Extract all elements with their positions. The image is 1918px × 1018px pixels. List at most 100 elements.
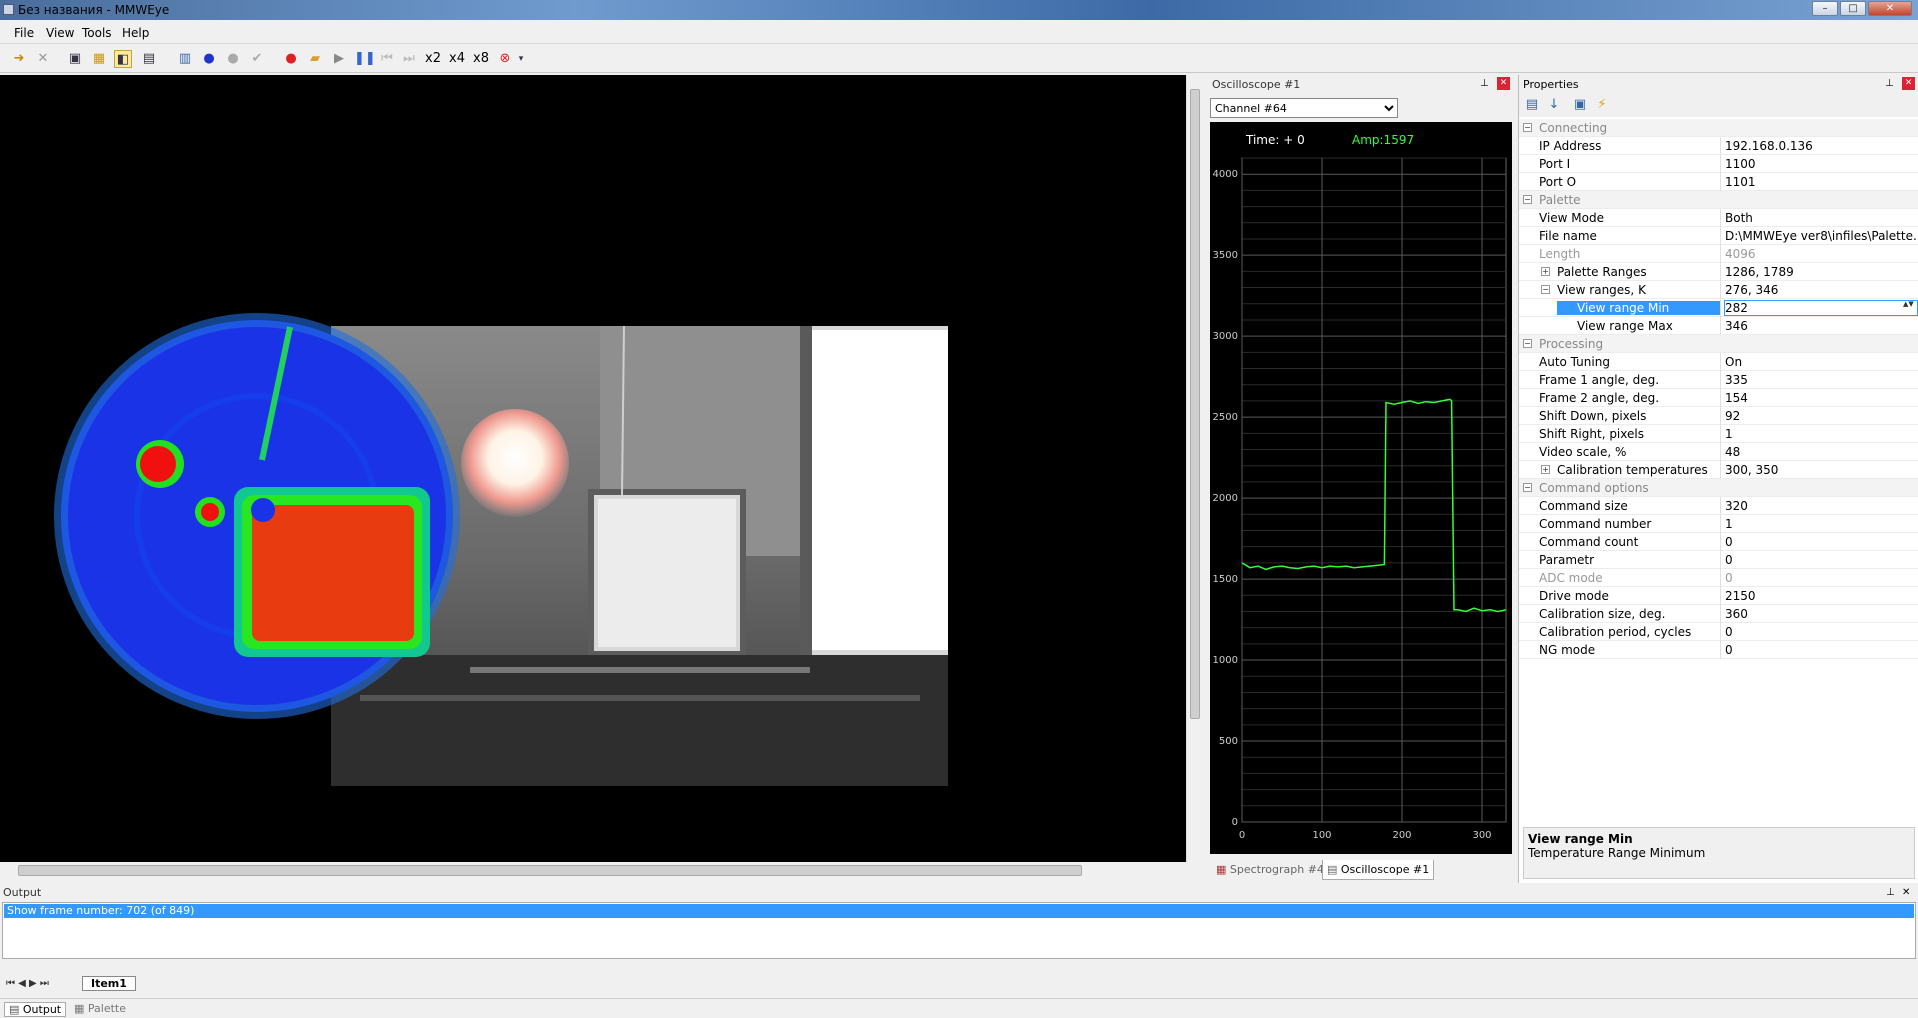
- chevron-down-icon[interactable]: ▾: [516, 50, 526, 68]
- property-value[interactable]: 192.168.0.136: [1725, 139, 1917, 153]
- category-processing[interactable]: − Processing: [1519, 335, 1918, 353]
- play-icon[interactable]: ▶: [330, 50, 348, 68]
- menu-help[interactable]: Help: [122, 26, 149, 40]
- spin-icon[interactable]: ▲▼: [1903, 300, 1914, 308]
- sheet-tab-item1[interactable]: Item1: [82, 976, 136, 991]
- channel-select[interactable]: Channel #64: [1210, 98, 1398, 118]
- last-frame-icon[interactable]: ⏭: [400, 50, 418, 68]
- zoom-x2-button[interactable]: x2: [422, 50, 444, 68]
- property-value[interactable]: Both: [1725, 211, 1917, 225]
- property-calibration-size-deg[interactable]: Calibration size, deg. 360: [1519, 605, 1918, 623]
- property-frame-1-angle-deg[interactable]: Frame 1 angle, deg. 335: [1519, 371, 1918, 389]
- maximize-button[interactable]: □: [1840, 1, 1866, 16]
- help-icon[interactable]: ●: [200, 50, 218, 68]
- property-port-o[interactable]: Port O 1101: [1519, 173, 1918, 191]
- output-close-icon[interactable]: ✕: [1902, 887, 1910, 898]
- property-file-name[interactable]: File name D:\MMWEye ver8\infiles\Palette.…: [1519, 227, 1918, 245]
- output-log[interactable]: Show frame number: 702 (of 849): [2, 902, 1916, 959]
- close-button[interactable]: ✕: [1868, 1, 1912, 16]
- first-frame-icon[interactable]: ⏮: [378, 50, 396, 68]
- tab-spectrograph[interactable]: ▦ Spectrograph #4: [1212, 860, 1328, 880]
- property-view-range-max[interactable]: View range Max 346: [1519, 317, 1918, 335]
- property-calibration-temperatures[interactable]: + Calibration temperatures 300, 350: [1519, 461, 1918, 479]
- property-command-number[interactable]: Command number 1: [1519, 515, 1918, 533]
- property-value[interactable]: 282: [1724, 300, 1918, 316]
- property-auto-tuning[interactable]: Auto Tuning On: [1519, 353, 1918, 371]
- expand-icon[interactable]: +: [1541, 465, 1550, 474]
- zoom-x8-button[interactable]: x8: [470, 50, 492, 68]
- property-ng-mode[interactable]: NG mode 0: [1519, 641, 1918, 659]
- property-value[interactable]: 276, 346: [1725, 283, 1917, 297]
- properties-pin-icon[interactable]: ⊥: [1885, 78, 1894, 89]
- property-view-range-min[interactable]: View range Min 282 ▲▼: [1519, 299, 1918, 317]
- property-video-scale[interactable]: Video scale, % 48: [1519, 443, 1918, 461]
- property-value[interactable]: 300, 350: [1725, 463, 1917, 477]
- property-value[interactable]: D:\MMWEye ver8\infiles\Palette...: [1725, 229, 1917, 243]
- oscilloscope-close-icon[interactable]: ✕: [1497, 77, 1510, 90]
- property-length[interactable]: Length 4096: [1519, 245, 1918, 263]
- property-value[interactable]: 4096: [1725, 247, 1917, 261]
- property-pages-icon[interactable]: ▣: [1571, 96, 1589, 114]
- property-value[interactable]: 0: [1725, 553, 1917, 567]
- sort-alpha-icon[interactable]: ↓: [1545, 96, 1563, 114]
- category-palette[interactable]: − Palette: [1519, 191, 1918, 209]
- property-value[interactable]: 1286, 1789: [1725, 265, 1917, 279]
- collapse-icon[interactable]: −: [1523, 483, 1532, 492]
- property-palette-ranges[interactable]: + Palette Ranges 1286, 1789: [1519, 263, 1918, 281]
- property-ip-address[interactable]: IP Address 192.168.0.136: [1519, 137, 1918, 155]
- property-value[interactable]: 0: [1725, 535, 1917, 549]
- frame-icon[interactable]: ▥: [176, 50, 194, 68]
- grid-icon[interactable]: ▦: [90, 50, 108, 68]
- tab-palette[interactable]: ▦ Palette: [70, 1002, 130, 1015]
- property-value[interactable]: 92: [1725, 409, 1917, 423]
- property-shift-down-pixels[interactable]: Shift Down, pixels 92: [1519, 407, 1918, 425]
- property-value[interactable]: 1: [1725, 517, 1917, 531]
- property-value[interactable]: 335: [1725, 373, 1917, 387]
- tab-oscilloscope[interactable]: ▤ Oscilloscope #1: [1322, 860, 1435, 880]
- property-adc-mode[interactable]: ADC mode 0: [1519, 569, 1918, 587]
- view-hscroll-thumb[interactable]: [18, 865, 1082, 876]
- property-drive-mode[interactable]: Drive mode 2150: [1519, 587, 1918, 605]
- property-shift-right-pixels[interactable]: Shift Right, pixels 1: [1519, 425, 1918, 443]
- property-command-size[interactable]: Command size 320: [1519, 497, 1918, 515]
- overlay-icon[interactable]: ◧: [114, 50, 132, 68]
- property-value[interactable]: 0: [1725, 625, 1917, 639]
- property-value[interactable]: 154: [1725, 391, 1917, 405]
- stop-record-icon[interactable]: ⊗: [496, 50, 514, 68]
- property-value[interactable]: 320: [1725, 499, 1917, 513]
- collapse-icon[interactable]: −: [1523, 123, 1532, 132]
- property-port-i[interactable]: Port I 1100: [1519, 155, 1918, 173]
- properties-close-icon[interactable]: ✕: [1902, 77, 1915, 90]
- camera-view[interactable]: [0, 75, 1186, 862]
- view-vscroll-thumb[interactable]: [1190, 89, 1200, 719]
- property-parametr[interactable]: Parametr 0: [1519, 551, 1918, 569]
- property-value[interactable]: 1101: [1725, 175, 1917, 189]
- menu-view[interactable]: View: [46, 26, 74, 40]
- view-horizontal-scrollbar[interactable]: [0, 862, 1186, 878]
- camera-icon[interactable]: ▣: [66, 50, 84, 68]
- minimize-button[interactable]: –: [1812, 1, 1838, 16]
- zoom-x4-button[interactable]: x4: [446, 50, 468, 68]
- property-value[interactable]: 48: [1725, 445, 1917, 459]
- check-icon[interactable]: ✔: [248, 50, 266, 68]
- categorized-icon[interactable]: ▤: [1523, 96, 1541, 114]
- stop-icon[interactable]: ●: [224, 50, 242, 68]
- view-vertical-scrollbar[interactable]: [1186, 75, 1202, 862]
- menu-tools[interactable]: Tools: [82, 26, 112, 40]
- record-icon[interactable]: ●: [282, 50, 300, 68]
- property-view-ranges-k[interactable]: − View ranges, K 276, 346: [1519, 281, 1918, 299]
- property-value[interactable]: 346: [1725, 319, 1917, 333]
- events-icon[interactable]: ⚡: [1593, 96, 1611, 114]
- connect-icon[interactable]: ➜: [10, 50, 28, 68]
- property-value[interactable]: On: [1725, 355, 1917, 369]
- collapse-icon[interactable]: −: [1541, 285, 1550, 294]
- collapse-icon[interactable]: −: [1523, 339, 1532, 348]
- property-view-mode[interactable]: View Mode Both: [1519, 209, 1918, 227]
- property-value[interactable]: 0: [1725, 643, 1917, 657]
- output-line[interactable]: Show frame number: 702 (of 849): [4, 904, 1914, 918]
- property-calibration-period-cycles[interactable]: Calibration period, cycles 0: [1519, 623, 1918, 641]
- disconnect-icon[interactable]: ✕: [34, 50, 52, 68]
- property-command-count[interactable]: Command count 0: [1519, 533, 1918, 551]
- tab-output[interactable]: ▤ Output: [4, 1002, 67, 1017]
- property-value[interactable]: 0: [1725, 571, 1917, 585]
